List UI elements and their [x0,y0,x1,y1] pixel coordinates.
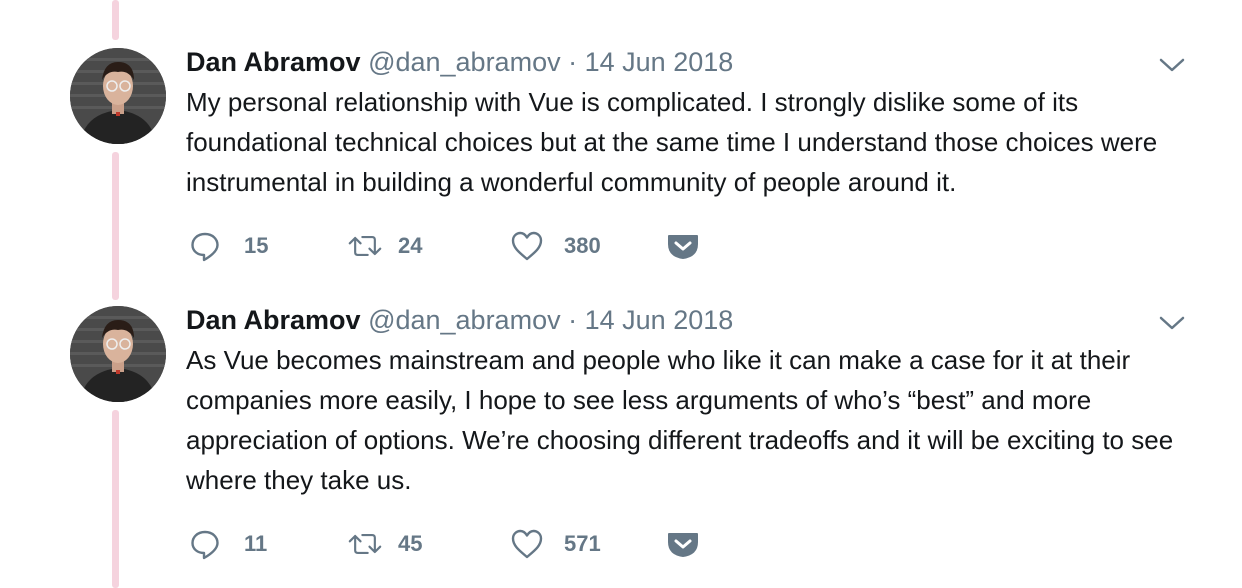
heart-icon [510,527,544,561]
thread-line-bottom [112,410,119,588]
avatar[interactable] [70,306,166,402]
pocket-icon [666,527,700,561]
tweet-header: Dan Abramov @dan_abramov · 14 Jun 2018 [186,304,733,336]
reply-icon [188,229,222,263]
retweet-count: 24 [398,233,423,258]
retweet-count: 45 [398,531,423,556]
like-count: 571 [564,531,601,556]
avatar[interactable] [70,48,166,144]
tweet-date[interactable]: 14 Jun 2018 [585,47,734,77]
chevron-down-icon[interactable] [1158,314,1186,332]
author-handle[interactable]: @dan_abramov [368,305,561,335]
tweet-text: As Vue becomes mainstream and people who… [186,345,1174,495]
pocket-button[interactable] [666,526,700,562]
retweet-icon [348,527,382,561]
reply-icon [188,527,222,561]
separator-dot: · [568,47,578,77]
retweet-icon [348,229,382,263]
retweet-button[interactable]: 24 [348,228,422,264]
separator-dot: · [568,305,578,335]
author-handle[interactable]: @dan_abramov [368,47,561,77]
retweet-button[interactable]: 45 [348,526,422,562]
pocket-button[interactable] [666,228,700,264]
like-count: 380 [564,233,601,258]
reply-count: 11 [244,531,268,556]
thread-line-top [112,0,119,40]
like-button[interactable]: 571 [510,526,601,562]
pocket-icon [666,229,700,263]
heart-icon [510,229,544,263]
author-name[interactable]: Dan Abramov [186,47,361,77]
reply-count: 15 [244,233,269,258]
tweet-header: Dan Abramov @dan_abramov · 14 Jun 2018 [186,46,733,78]
tweet-text: My personal relationship with Vue is com… [186,87,1158,197]
like-button[interactable]: 380 [510,228,601,264]
tweet-date[interactable]: 14 Jun 2018 [585,305,734,335]
reply-button[interactable]: 15 [188,228,268,264]
reply-button[interactable]: 11 [188,526,267,562]
chevron-down-icon[interactable] [1158,56,1186,74]
author-name[interactable]: Dan Abramov [186,305,361,335]
thread-line-middle [112,152,119,300]
